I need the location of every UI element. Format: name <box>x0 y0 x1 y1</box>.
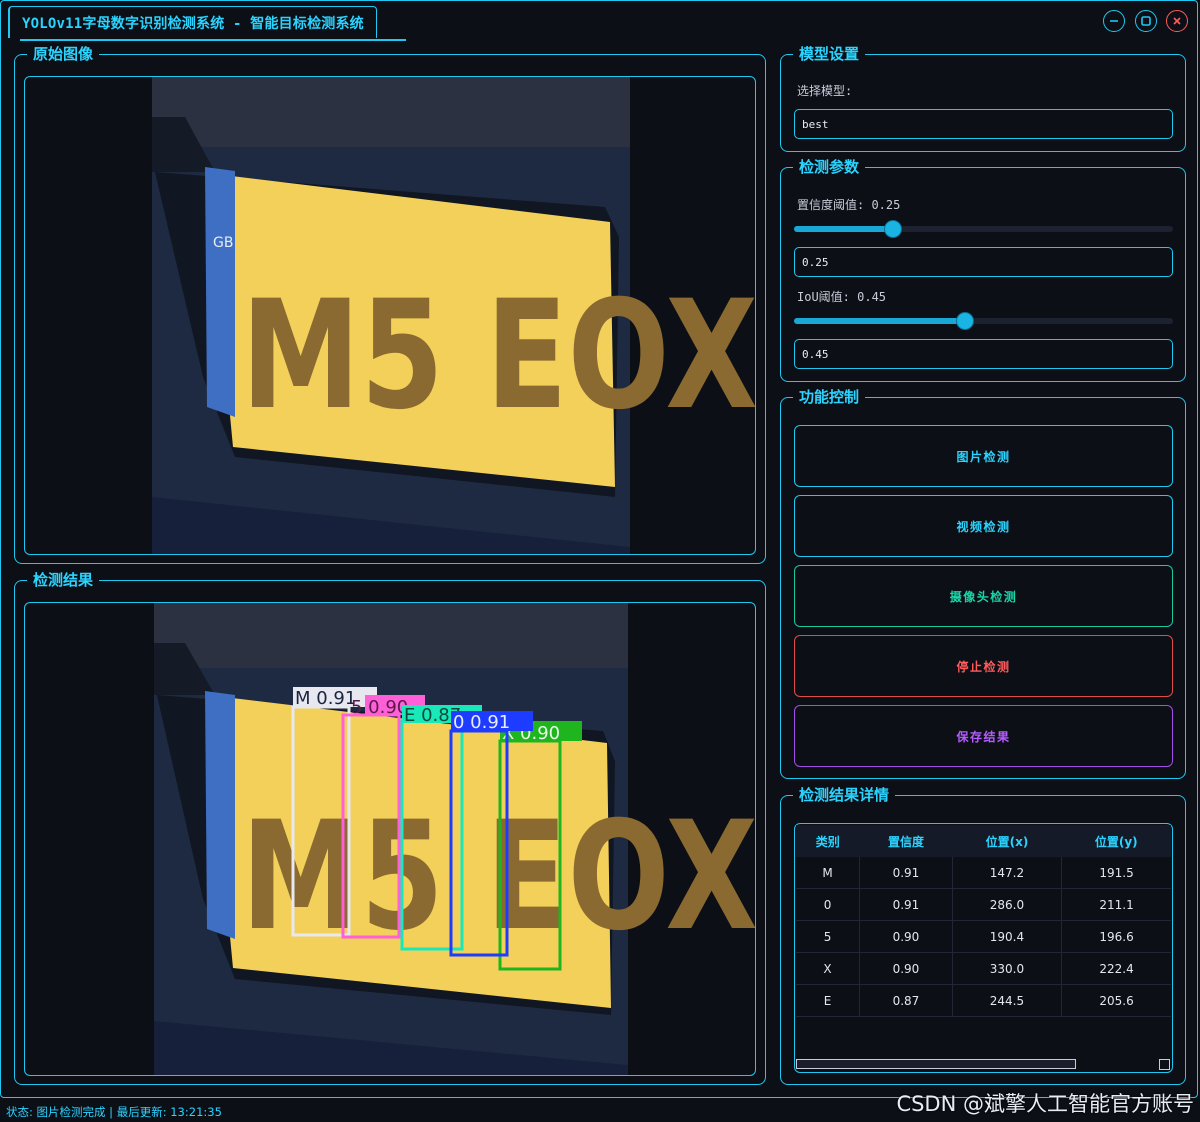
column-header-x[interactable]: 位置(x) <box>952 825 1062 857</box>
table-horizontal-scrollbar[interactable] <box>796 1059 1076 1069</box>
detection-label-0: 0 0.91 <box>453 712 510 733</box>
detection-label-m: M 0.91 <box>295 688 356 709</box>
table-cell: M <box>796 857 861 889</box>
table-cell: 0.90 <box>859 952 953 985</box>
model-settings-title: 模型设置 <box>793 45 866 63</box>
title-bar: YOLOv11字母数字识别检测系统 - 智能目标检测系统 <box>0 0 1200 42</box>
status-bar-text: 状态: 图片检测完成 | 最后更新: 13:21:35 <box>6 1105 222 1119</box>
conf-input[interactable]: 0.25 <box>794 247 1173 277</box>
iou-input[interactable]: 0.45 <box>794 339 1173 369</box>
iou-slider-fill <box>794 318 965 324</box>
results-detail-title: 检测结果详情 <box>793 786 896 804</box>
video-detect-button[interactable]: 视频检测 <box>794 495 1173 557</box>
maximize-button[interactable] <box>1135 10 1157 32</box>
iou-slider-handle[interactable] <box>956 313 973 329</box>
image-detect-button[interactable]: 图片检测 <box>794 425 1173 487</box>
plate-flag-text: GB <box>213 235 233 251</box>
function-control-title: 功能控制 <box>793 388 866 406</box>
table-cell: E <box>796 984 861 1017</box>
table-cell: 244.5 <box>952 984 1063 1017</box>
maximize-icon <box>1141 16 1151 26</box>
detection-label-5: 5 0.90 <box>351 697 408 718</box>
column-header-class[interactable]: 类别 <box>796 825 860 857</box>
results-table: 类别 置信度 位置(x) 位置(y) M 0.91 147.2 191.5 0 … <box>796 825 1171 1017</box>
close-button[interactable] <box>1166 10 1188 32</box>
table-cell: 191.5 <box>1061 857 1171 889</box>
original-image-view: GB M5 EOX <box>24 76 756 555</box>
table-cell: 0.91 <box>859 888 953 921</box>
column-header-y[interactable]: 位置(y) <box>1061 825 1171 857</box>
original-image-title: 原始图像 <box>27 45 100 63</box>
window-title: YOLOv11字母数字识别检测系统 - 智能目标检测系统 <box>22 15 364 32</box>
table-row[interactable]: X 0.90 330.0 222.4 <box>796 952 1171 985</box>
table-header-row: 类别 置信度 位置(x) 位置(y) <box>796 825 1171 857</box>
table-cell: 5 <box>796 920 861 953</box>
table-cell: 330.0 <box>952 952 1063 985</box>
table-cell: 211.1 <box>1061 888 1171 921</box>
table-cell: 196.6 <box>1061 920 1171 953</box>
table-cell: 147.2 <box>952 857 1063 889</box>
iou-threshold-label: IoU阈值: 0.45 <box>797 290 887 304</box>
title-underline <box>20 39 406 41</box>
table-row[interactable]: 5 0.90 190.4 196.6 <box>796 920 1171 953</box>
conf-threshold-label: 置信度阈值: 0.25 <box>797 198 901 212</box>
table-row[interactable]: E 0.87 244.5 205.6 <box>796 984 1171 1017</box>
column-header-confidence[interactable]: 置信度 <box>859 825 953 857</box>
conf-slider[interactable] <box>794 221 1173 237</box>
table-cell: 0.87 <box>859 984 953 1017</box>
original-plate-image: GB M5 EOX <box>152 77 756 554</box>
conf-slider-fill <box>794 226 893 232</box>
iou-slider[interactable] <box>794 313 1173 329</box>
table-cell: 222.4 <box>1061 952 1171 985</box>
camera-detect-button[interactable]: 摄像头检测 <box>794 565 1173 627</box>
minimize-button[interactable] <box>1103 10 1125 32</box>
watermark-text: CSDN @斌擎人工智能官方账号 <box>896 1092 1194 1116</box>
table-scroll-corner[interactable] <box>1159 1059 1170 1070</box>
model-select-label: 选择模型: <box>797 84 853 98</box>
result-plate-image: M5 EOX M 0.91 5 0.90 E 0.87 X 0.90 0 0.9… <box>154 603 755 1075</box>
close-icon <box>1173 17 1181 25</box>
detect-params-title: 检测参数 <box>793 158 866 176</box>
table-row[interactable]: 0 0.91 286.0 211.1 <box>796 888 1171 921</box>
table-cell: 286.0 <box>952 888 1063 921</box>
save-result-button[interactable]: 保存结果 <box>794 705 1173 767</box>
conf-slider-handle[interactable] <box>884 221 901 237</box>
result-image-view: M5 EOX M 0.91 5 0.90 E 0.87 X 0.90 0 0.9… <box>24 602 756 1076</box>
result-image-title: 检测结果 <box>27 571 100 589</box>
table-cell: 0 <box>796 888 861 921</box>
table-cell: 0.91 <box>859 857 953 889</box>
table-cell: X <box>796 952 861 985</box>
stop-detect-button[interactable]: 停止检测 <box>794 635 1173 697</box>
title-tab: YOLOv11字母数字识别检测系统 - 智能目标检测系统 <box>8 6 377 38</box>
table-cell: 0.90 <box>859 920 953 953</box>
original-plate-text: M5 EOX <box>241 269 756 443</box>
table-cell: 205.6 <box>1061 984 1171 1017</box>
model-select[interactable]: best <box>794 109 1173 139</box>
minimize-icon <box>1110 20 1118 22</box>
table-row[interactable]: M 0.91 147.2 191.5 <box>796 857 1171 889</box>
table-cell: 190.4 <box>952 920 1063 953</box>
